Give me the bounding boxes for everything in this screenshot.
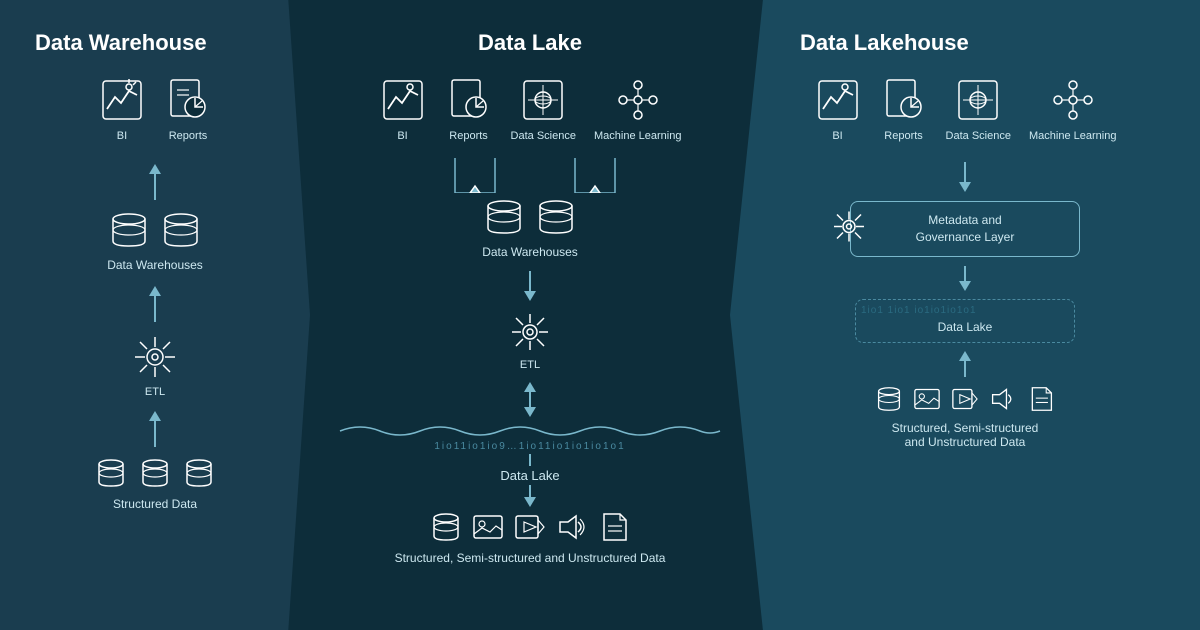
metadata-box: Metadata andGovernance Layer <box>850 201 1080 257</box>
lake-reports-item: Reports <box>445 76 493 143</box>
lh-arrow-down <box>959 162 971 192</box>
lake-below-line <box>529 485 531 497</box>
lh-db-icon <box>875 386 903 412</box>
lh-reports-label: Reports <box>884 129 923 143</box>
lake-datascience-item: Data Science <box>511 76 576 143</box>
lake-label-line <box>529 454 531 466</box>
structured-data-label: Structured Data <box>113 497 197 511</box>
video-icon-lake <box>514 512 546 542</box>
lh-ml-icon <box>1049 76 1097 124</box>
file-icon-lake <box>598 512 630 542</box>
lh-datalake-box: 1io1 1io1 io1io1io1o1 Data Lake <box>855 299 1075 343</box>
main-container: Data Warehouse BI <box>0 0 1200 630</box>
lake-db-1 <box>484 198 524 236</box>
etl-icon-metadata <box>831 209 867 245</box>
lh-video-icon <box>951 386 979 412</box>
lh-reports-icon <box>880 76 928 124</box>
image-icon-lake <box>472 512 504 542</box>
panel-lake: Data Lake BI <box>290 0 770 630</box>
metadata-label: Metadata andGovernance Layer <box>866 212 1064 246</box>
lh-bi-item: BI <box>814 76 862 143</box>
arrow-warehouse-2 <box>149 286 161 322</box>
etl-icon-warehouse <box>131 333 179 381</box>
datalake-label: Data Lake <box>500 468 559 483</box>
connector-svg-top <box>400 158 660 193</box>
lh-bi-label: BI <box>832 129 842 143</box>
structured-icon-3 <box>183 458 215 488</box>
lake-data-types-label: Structured, Semi-structured and Unstruct… <box>395 551 666 565</box>
arrow-warehouse-3 <box>149 411 161 447</box>
lh-data-types <box>875 386 1055 412</box>
lh-datascience-label: Data Science <box>946 129 1011 143</box>
lh-ml-item: Machine Learning <box>1029 76 1116 143</box>
lake-warehouse-label: Data Warehouses <box>482 245 578 259</box>
structured-icon-1 <box>95 458 127 488</box>
lake-connectors-top <box>310 158 750 193</box>
lake-db-2 <box>536 198 576 236</box>
reports-label: Reports <box>169 129 208 143</box>
warehouse-data-row <box>95 458 215 488</box>
warehouse-icon-row: BI Reports <box>98 76 212 143</box>
warehouse-db-row <box>109 211 201 249</box>
panel-warehouse: Data Warehouse BI <box>0 0 310 630</box>
lake-arrow-etl <box>524 271 536 301</box>
lakehouse-title: Data Lakehouse <box>800 30 969 56</box>
structured-icon-2 <box>139 458 171 488</box>
lake-ml-icon <box>614 76 662 124</box>
panel-lakehouse: Data Lakehouse BI <box>730 0 1200 630</box>
reports-icon <box>164 76 212 124</box>
lake-data-types <box>430 512 630 542</box>
lh-arrow-datalake <box>959 266 971 291</box>
warehouse-title: Data Warehouse <box>35 30 207 56</box>
bi-icon <box>98 76 146 124</box>
audio-icon-lake <box>556 512 588 542</box>
lake-reports-icon <box>445 76 493 124</box>
lh-ml-label: Machine Learning <box>1029 129 1116 143</box>
lake-title: Data Lake <box>478 30 582 56</box>
db-small-lake <box>430 512 462 542</box>
lh-image-icon <box>913 386 941 412</box>
bi-icon-item: BI <box>98 76 146 143</box>
etl-metadata <box>831 209 867 250</box>
lake-icon-row: BI Reports <box>379 76 682 143</box>
lake-datalake-area: 1io11io1io9…1io11io1io1io1o1 Data Lake <box>310 421 750 507</box>
lake-bidirectional <box>524 382 536 417</box>
lake-ml-label: Machine Learning <box>594 129 681 143</box>
arrow-warehouse-1 <box>149 164 161 200</box>
reports-icon-item: Reports <box>164 76 212 143</box>
lake-datascience-icon <box>519 76 567 124</box>
arrow-down-lake <box>524 497 536 507</box>
lh-file-icon <box>1027 386 1055 412</box>
lh-arrow-up <box>959 351 971 377</box>
etl-icon-lake <box>508 310 552 354</box>
etl-label-lake: ETL <box>520 358 540 372</box>
etl-label-warehouse: ETL <box>145 385 165 399</box>
lh-datalake-label: Data Lake <box>876 320 1054 334</box>
lake-datascience-label: Data Science <box>511 129 576 143</box>
lakehouse-icon-row: BI Reports <box>814 76 1117 143</box>
binary-text-lh: 1io1 1io1 io1io1io1o1 <box>861 305 977 316</box>
lake-ml-item: Machine Learning <box>594 76 681 143</box>
lake-bi-icon <box>379 76 427 124</box>
lake-bi-item: BI <box>379 76 427 143</box>
bi-label: BI <box>117 129 127 143</box>
lake-reports-label: Reports <box>449 129 488 143</box>
binary-text-lake: 1io11io1io9…1io11io1io1io1o1 <box>434 441 625 452</box>
etl-lake: ETL <box>508 310 552 372</box>
lake-db-row <box>484 198 576 236</box>
lh-datascience-item: Data Science <box>946 76 1011 143</box>
warehouse-db-label: Data Warehouses <box>107 258 203 272</box>
etl-warehouse: ETL <box>131 333 179 399</box>
wavy-svg <box>310 421 750 441</box>
lh-bi-icon <box>814 76 862 124</box>
lh-datascience-icon <box>954 76 1002 124</box>
db-icon-1 <box>109 211 149 249</box>
db-icon-2 <box>161 211 201 249</box>
lh-audio-icon <box>989 386 1017 412</box>
lh-data-types-label: Structured, Semi-structuredand Unstructu… <box>892 421 1039 449</box>
lake-bi-label: BI <box>397 129 407 143</box>
lh-reports-item: Reports <box>880 76 928 143</box>
